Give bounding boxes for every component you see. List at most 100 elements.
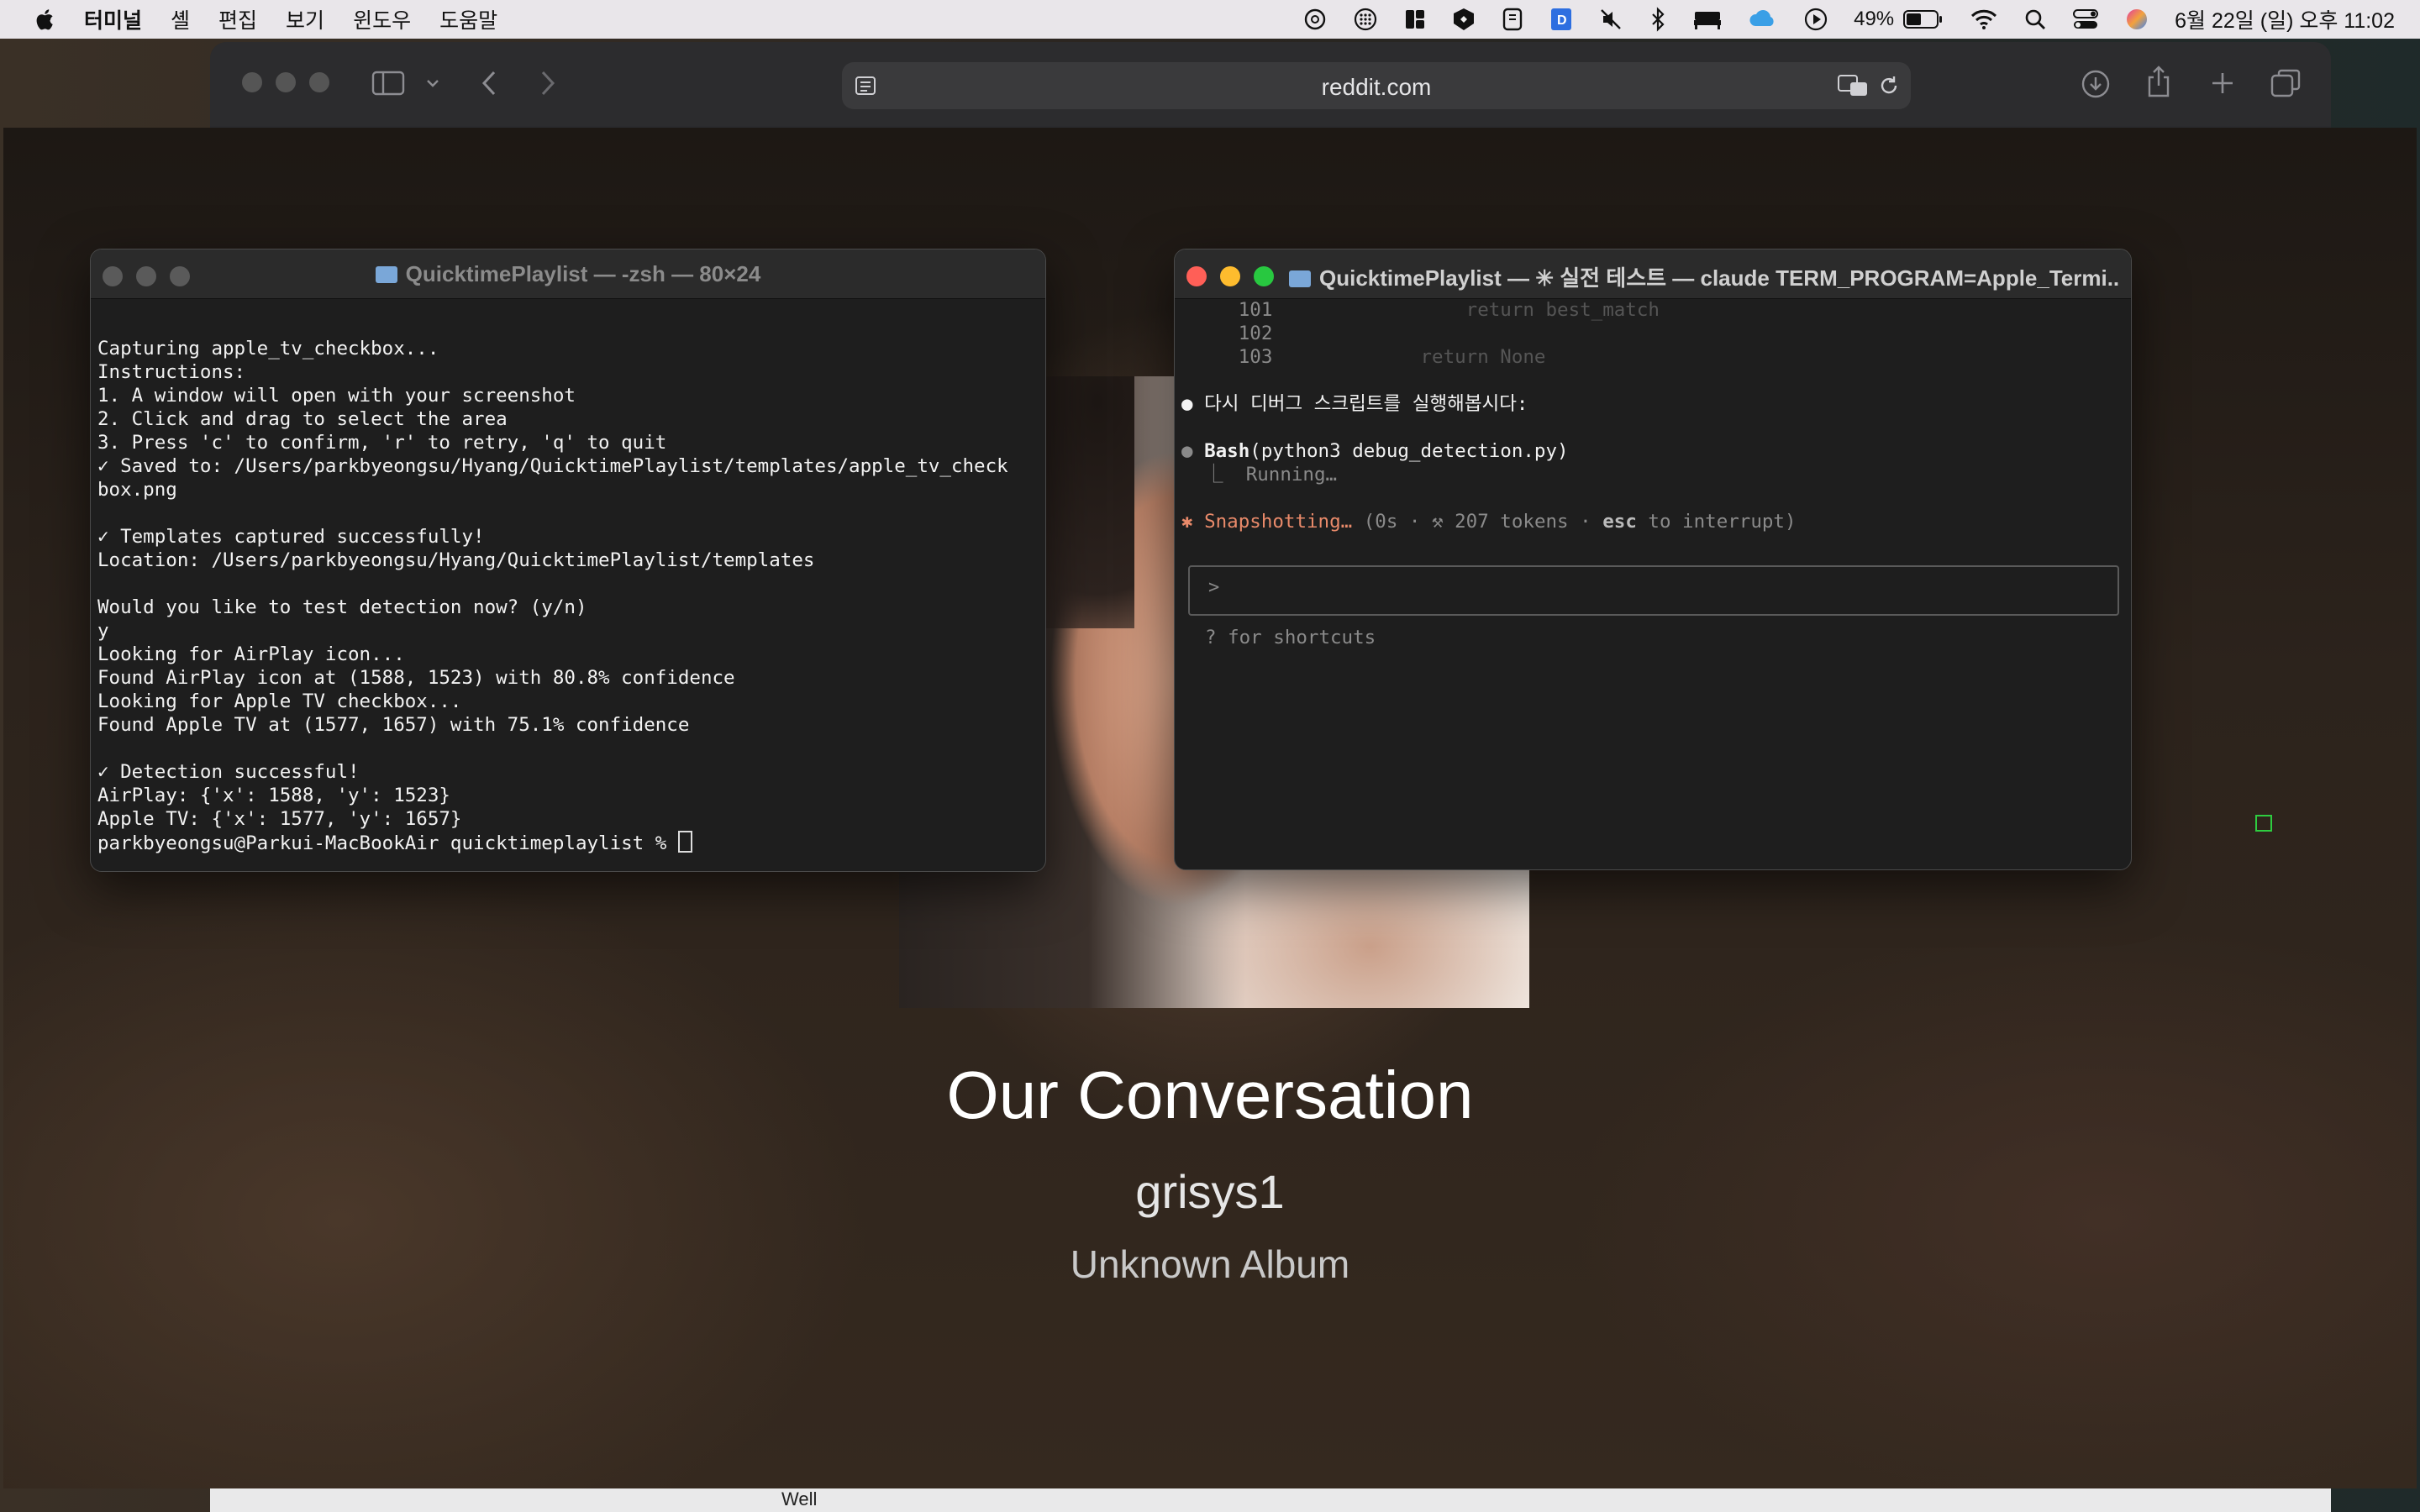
bed-icon[interactable] (1692, 8, 1723, 31)
menu-help[interactable]: 도움말 (439, 4, 497, 34)
reload-icon[interactable] (1877, 74, 1901, 97)
menu-datetime[interactable]: 6월 22일 (일) 오후 11:02 (2175, 4, 2395, 34)
input-prompt: > (1208, 577, 1220, 598)
terminal-line: Instructions: (97, 361, 246, 383)
terminal-line: ✓ Templates captured successfully! (97, 526, 485, 548)
terminal-line: Would you like to test detection now? (y… (97, 596, 587, 618)
terminal-title: QuicktimePlaylist — -zsh — 80×24 (91, 261, 1045, 287)
terminal-output[interactable]: Capturing apple_tv_checkbox... Instructi… (97, 313, 1008, 855)
zoom-button[interactable] (309, 72, 329, 92)
grid-icon[interactable] (1353, 7, 1378, 32)
terminal-line: 3. Press 'c' to confirm, 'r' to retry, '… (97, 432, 667, 454)
menu-window[interactable]: 윈도우 (353, 4, 411, 34)
terminal-line: Location: /Users/parkbyeongsu/Hyang/Quic… (97, 549, 815, 571)
shortcuts-hint: ? for shortcuts (1205, 627, 1376, 648)
terminal-window-claude[interactable]: QuicktimePlaylist — ✳ 실전 테스트 — claude TE… (1174, 249, 2132, 870)
claude-input-box[interactable]: > (1188, 565, 2119, 616)
terminal-line: y (97, 620, 109, 642)
code-lines: 101 return best_match 102 103 return Non… (1181, 299, 1660, 368)
layout-icon[interactable] (1403, 8, 1427, 31)
cloud-icon[interactable] (1748, 8, 1778, 31)
code-line-text: return None (1420, 346, 1546, 368)
new-tab-icon[interactable] (2210, 71, 2235, 96)
battery-icon[interactable] (1902, 8, 1944, 30)
track-album: Unknown Album (1070, 1242, 1350, 1286)
terminal-line: Capturing apple_tv_checkbox... (97, 338, 439, 360)
terminal-line: Looking for AirPlay icon... (97, 643, 405, 665)
terminal-line: ✓ Saved to: /Users/parkbyeongsu/Hyang/Qu… (97, 455, 1008, 477)
share-icon[interactable] (2146, 66, 2171, 99)
shield-icon[interactable] (1452, 7, 1476, 32)
minimize-button[interactable] (276, 72, 296, 92)
terminal-line: Apple TV: {'x': 1577, 'y': 1657} (97, 808, 462, 830)
safari-page-bottom: Well (210, 1488, 2331, 1512)
url-text: reddit.com (1321, 74, 1432, 100)
terminal-title-text: QuicktimePlaylist — -zsh — 80×24 (405, 261, 761, 286)
siri-icon[interactable] (2124, 7, 2149, 32)
tool-name: Bash (1204, 440, 1250, 462)
chatgpt-icon[interactable] (1302, 7, 1328, 32)
battery-percent: 49% (1854, 8, 1895, 30)
close-button[interactable] (242, 72, 262, 92)
folder-icon (375, 266, 397, 283)
sidebar-icon[interactable] (371, 71, 405, 96)
menu-app-name[interactable]: 터미널 (84, 4, 142, 34)
forward-icon[interactable] (539, 69, 556, 97)
track-title: Our Conversation (946, 1058, 1474, 1132)
terminal-titlebar[interactable]: QuicktimePlaylist — ✳ 실전 테스트 — claude TE… (1175, 249, 2131, 299)
terminal-title: QuicktimePlaylist — ✳ 실전 테스트 — claude TE… (1289, 261, 2119, 292)
claude-output[interactable]: 101 return best_match 102 103 return Non… (1181, 298, 1797, 533)
code-line-number: 101 (1181, 299, 1273, 321)
close-button[interactable] (1186, 266, 1207, 286)
menu-shell[interactable]: 셸 (171, 4, 190, 34)
menu-view[interactable]: 보기 (286, 4, 324, 34)
folder-icon (1289, 270, 1311, 287)
menu-edit[interactable]: 편집 (218, 4, 257, 34)
detection-marker (2255, 815, 2272, 832)
address-bar[interactable]: reddit.com (842, 62, 1911, 109)
download-icon[interactable] (2081, 69, 2111, 99)
track-artist: grisys1 (1135, 1165, 1285, 1218)
zoom-button[interactable] (1254, 266, 1274, 286)
tool-status: Running… (1245, 464, 1338, 486)
bluetooth-icon[interactable] (1649, 7, 1667, 32)
terminal-line: Found AirPlay icon at (1588, 1523) with … (97, 667, 735, 689)
play-icon[interactable] (1803, 7, 1828, 32)
status-area: D 49% 6월 22일 (일) 오후 11:02 (1277, 0, 2395, 39)
minimize-button[interactable] (1220, 266, 1240, 286)
back-icon[interactable] (481, 69, 497, 97)
code-line-text: return best_match (1465, 299, 1660, 321)
tool-args: (python3 debug_detection.py) (1249, 440, 1569, 462)
terminal-line: Found Apple TV at (1577, 1657) with 75.1… (97, 714, 690, 736)
control-center-icon[interactable] (2072, 8, 2099, 31)
translate-icon[interactable] (1837, 72, 1870, 99)
app-icon[interactable] (1501, 7, 1524, 32)
code-line-number: 102 (1181, 323, 1273, 344)
terminal-line: AirPlay: {'x': 1588, 'y': 1523} (97, 785, 450, 806)
wifi-icon[interactable] (1970, 8, 1998, 31)
svg-text:D: D (1557, 13, 1567, 28)
apple-menu-icon[interactable] (34, 7, 59, 32)
tab-overview-icon[interactable] (2270, 69, 2301, 97)
search-icon[interactable] (2023, 8, 2047, 31)
mute-icon[interactable] (1598, 7, 1623, 32)
code-line-number: 103 (1181, 346, 1273, 368)
spinner-tail: to interrupt) (1636, 511, 1797, 533)
assistant-message: 다시 디버그 스크립트를 실행해봅시다: (1204, 393, 1528, 415)
terminal-line: box.png (97, 479, 177, 501)
terminal-titlebar[interactable]: QuicktimePlaylist — -zsh — 80×24 (91, 249, 1045, 299)
safari-toolbar: reddit.com (210, 42, 2331, 126)
doc-icon[interactable]: D (1549, 7, 1573, 32)
terminal-line: 2. Click and drag to select the area (97, 408, 508, 430)
chevron-down-icon[interactable] (425, 77, 440, 89)
spinner-key: esc (1602, 511, 1637, 533)
terminal-line: 1. A window will open with your screensh… (97, 385, 576, 407)
text-cursor (677, 831, 692, 853)
terminal-title-text: QuicktimePlaylist — ✳ 실전 테스트 — claude TE… (1319, 265, 2119, 291)
terminal-window-zsh[interactable]: QuicktimePlaylist — -zsh — 80×24 Capturi… (90, 249, 1046, 872)
spinner-info: (0s · ⚒ 207 tokens · (1363, 511, 1603, 533)
spinner-label: Snapshotting… (1204, 511, 1353, 533)
page-text-well: Well (781, 1488, 818, 1509)
menu-bar: 터미널 셸 편집 보기 윈도우 도움말 D 49% 6월 22일 (일) 오후 … (0, 0, 2420, 39)
